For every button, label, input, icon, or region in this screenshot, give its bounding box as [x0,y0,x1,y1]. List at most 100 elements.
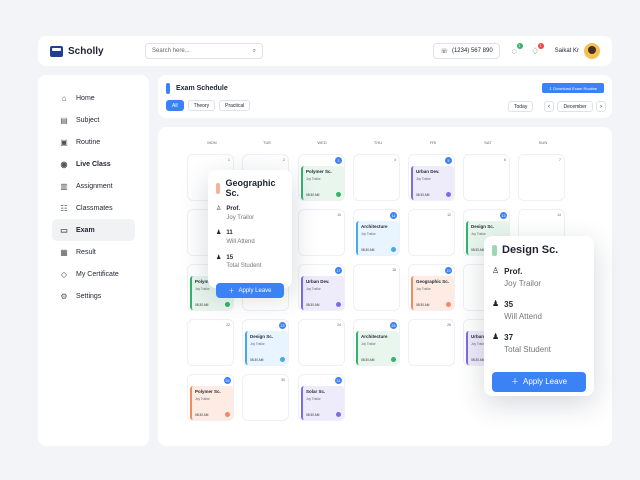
day-label-sun: SUN [538,140,548,145]
exam-event[interactable]: Design Sc. Joy Trailor 08:30 AM [245,331,288,365]
calendar-day[interactable]: 30 [242,374,289,421]
result-icon: ▦ [60,247,68,257]
top-bar: Scholly Search here... ⌕ ☏ (1234) 567 890 … [38,36,612,66]
brand-name: Scholly [68,45,104,57]
avatar [225,302,230,307]
sidebar-item-live-class[interactable]: ◉ Live Class [52,153,135,175]
exam-event[interactable]: Architecture Joy Trailor 08:30 AM [356,331,399,365]
avatar [336,302,341,307]
page-title: Exam Schedule [166,83,604,94]
title-accent [166,83,170,94]
avatar [391,247,396,252]
students-icon: ♟ [216,254,222,261]
calendar-day[interactable]: 7 [518,154,565,201]
user-profile[interactable]: Saikat Kr [555,43,600,59]
calendar-day[interactable]: 26 [408,319,455,366]
day-label-thu: THU [373,140,383,145]
sidebar-item-result[interactable]: ▦ Result [52,241,135,263]
phone-number[interactable]: ☏ (1234) 567 890 [433,43,500,59]
clipboard-icon: ▭ [60,225,68,235]
calendar-day[interactable]: 24 [298,319,345,366]
filter-theory[interactable]: Theory [187,100,216,111]
sidebar-item-assignment[interactable]: ▥ Assignment [52,175,135,197]
popup-title: Geographic Sc. [216,178,284,198]
calendar-day[interactable]: 10 [298,209,345,256]
calendar-day[interactable]: 11 Architecture Joy Trailor 08:30 AM [353,209,400,256]
calendar-day[interactable]: 22 [187,319,234,366]
exam-event[interactable]: Urban Dev. Joy Trailor 08:30 AM [301,276,344,310]
exam-event[interactable]: Urban Dev. Joy Trailor 08:30 AM [411,166,454,200]
calendar-day[interactable]: 25 Architecture Joy Trailor 08:30 AM [353,319,400,366]
home-icon: ⌂ [61,93,67,103]
search-input[interactable]: Search here... ⌕ [145,43,263,59]
exam-detail-popup-design: Design Sc. ♙ Prof. Joy Trailor ♟ 35 Will Att… [484,236,594,396]
exam-event[interactable]: Polymer Sc. Joy Trailor 08:30 AM [190,386,233,420]
apply-leave-button[interactable]: ＋ Apply Leave [492,371,586,392]
exam-event[interactable]: Polymer Sc. Joy Trailor 08:30 AM [301,166,344,200]
sidebar-item-exam[interactable]: ▭ Exam [52,219,135,241]
month-select[interactable]: December [557,101,593,112]
day-label-fri: FRI [429,140,437,145]
calendar-day[interactable]: 19 Geographic Sc. Joy Trailor 08:30 AM [408,264,455,311]
month-navigation: ‹ December › [544,101,606,112]
user-icon: ♙ [492,266,500,275]
exam-filters: All Theory Practical [166,100,251,111]
calendar-day[interactable]: 6 [463,154,510,201]
exam-event[interactable]: Geographic Sc. Joy Trailor 08:30 AM [411,276,454,310]
sidebar-item-classmates[interactable]: ☷ Classmates [52,197,135,219]
sidebar-item-certificate[interactable]: ◇ My Certificate [52,263,135,285]
live-icon: ◉ [60,159,68,169]
download-routine-button[interactable]: ⇩ Download Exam Routine [542,83,604,93]
gear-icon: ⚙ [60,291,68,301]
avatar [584,43,600,59]
today-button[interactable]: Today [508,101,534,112]
calendar-day[interactable]: 4 [353,154,400,201]
calendar-day[interactable]: 3 Polymer Sc. Joy Trailor 08:30 AM [298,154,345,201]
search-placeholder: Search here... [152,48,190,54]
chevron-left-icon[interactable]: ‹ [544,101,554,112]
avatar [225,412,230,417]
group-icon: ♟ [492,299,500,309]
calendar-day[interactable]: 17 Urban Dev. Joy Trailor 08:30 AM [298,264,345,311]
calendar-day[interactable]: 23 Design Sc. Joy Trailor 08:30 AM [242,319,289,366]
bell-icon[interactable]: ♢ 1 [529,42,544,58]
avatar [446,192,451,197]
day-label-tue: TUE [263,140,271,145]
calendar-day[interactable]: 12 [408,209,455,256]
exam-header: Exam Schedule ⇩ Download Exam Routine Al… [158,75,612,118]
filter-all[interactable]: All [166,100,184,111]
sidebar-item-settings[interactable]: ⚙ Settings [52,285,135,307]
sidebar-item-home[interactable]: ⌂ Home [52,87,135,109]
users-icon: ☷ [60,203,68,213]
apply-leave-button[interactable]: ＋ Apply Leave [216,283,284,299]
calendar-day[interactable]: 5 Urban Dev. Joy Trailor 08:30 AM [408,154,455,201]
filter-practical[interactable]: Practical [219,100,251,111]
exam-event[interactable]: Architecture Joy Trailor 08:30 AM [356,221,399,255]
brand-logo[interactable]: Scholly [50,45,145,57]
chat-icon[interactable]: ◌ 1 [508,42,523,58]
exam-event[interactable]: Solar Sc. Joy Trailor 08:30 AM [301,386,344,420]
calendar-day[interactable]: 18 [353,264,400,311]
avatar [336,412,341,417]
avatar [391,357,396,362]
day-label-sat: SAT [484,140,492,145]
avatar [336,192,341,197]
sidebar-item-subject[interactable]: ▤ Subject [52,109,135,131]
chevron-right-icon[interactable]: › [596,101,606,112]
day-label-wed: WED [317,140,327,145]
sidebar-item-routine[interactable]: ▣ Routine [52,131,135,153]
exam-detail-popup-geographic: Geographic Sc. ♙ Prof. Joy Trailor ♟ 11 Will… [208,170,292,299]
certificate-icon: ◇ [60,269,68,279]
phone-icon: ☏ [440,48,448,55]
plus-icon: ＋ [228,289,235,296]
calendar-day[interactable]: 31 Solar Sc. Joy Trailor 08:30 AM [298,374,345,421]
user-icon: ♙ [216,206,222,212]
calendar-day[interactable]: 29 Polymer Sc. Joy Trailor 08:30 AM [187,374,234,421]
document-icon: ▥ [60,181,68,191]
students-icon: ♟ [492,332,500,342]
avatar [280,357,285,362]
day-label-mon: MON [207,140,217,145]
search-icon: ⌕ [252,47,256,54]
calendar-icon: ▣ [60,137,68,147]
book-icon: ▤ [60,115,68,125]
